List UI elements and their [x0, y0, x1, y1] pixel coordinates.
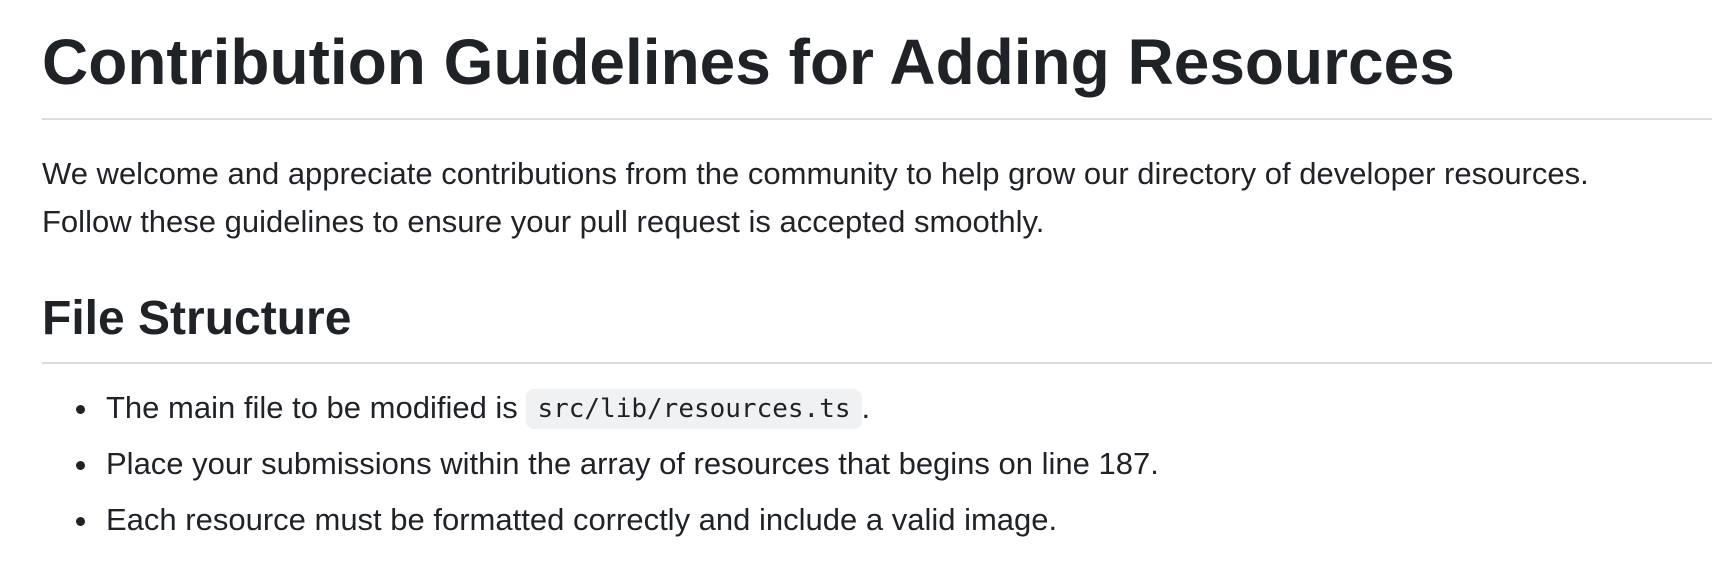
inline-code-file-path: src/lib/resources.ts	[526, 389, 862, 429]
intro-line-2: Follow these guidelines to ensure your p…	[42, 204, 1045, 239]
page-title: Contribution Guidelines for Adding Resou…	[42, 26, 1455, 98]
list-item-text: Each resource must be formatted correctl…	[106, 502, 1058, 537]
markdown-document: Contribution Guidelines for Adding Resou…	[0, 0, 1732, 584]
list-item-text-after: .	[861, 390, 871, 425]
file-structure-list: The main file to be modified is src/lib/…	[42, 364, 1732, 542]
list-item: The main file to be modified is src/lib/…	[42, 386, 1732, 430]
list-item-text: Place your submissions within the array …	[106, 446, 1159, 481]
list-item: Place your submissions within the array …	[42, 442, 1732, 486]
section-heading-file-structure: File Structure	[42, 292, 352, 345]
intro-paragraph: We welcome and appreciate contributions …	[42, 120, 1732, 246]
intro-line-1: We welcome and appreciate contributions …	[42, 156, 1589, 191]
bullet-icon	[76, 405, 85, 414]
list-item: Each resource must be formatted correctl…	[42, 498, 1732, 542]
list-item-text-before: The main file to be modified is	[106, 390, 527, 425]
bullet-icon	[76, 461, 85, 470]
bullet-icon	[76, 517, 85, 526]
